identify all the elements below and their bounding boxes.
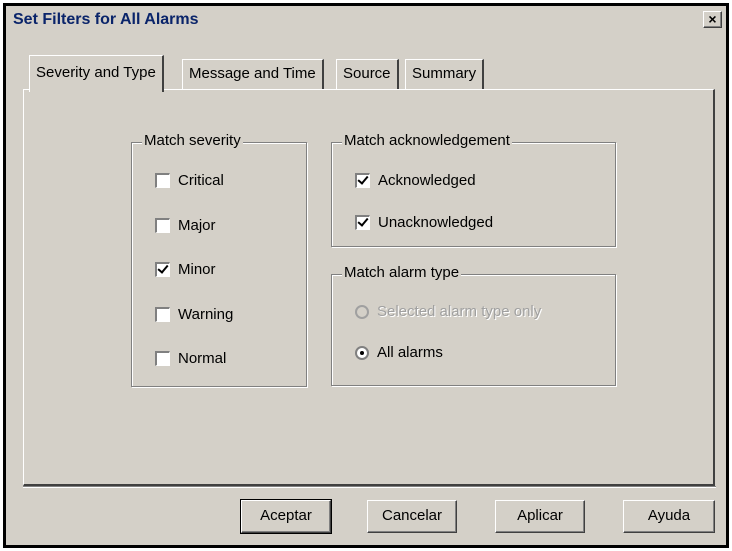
match-alarm-type-group: Match alarm type Selected alarm type onl…: [331, 264, 616, 386]
minor-checkbox[interactable]: Minor: [155, 261, 216, 278]
checkbox-label: Critical: [178, 172, 224, 189]
apply-button[interactable]: Aplicar: [495, 500, 585, 533]
checkbox-box[interactable]: [155, 218, 170, 233]
checkbox-box[interactable]: [355, 173, 370, 188]
help-button[interactable]: Ayuda: [623, 500, 715, 533]
tab-label: Source: [343, 65, 391, 82]
unacknowledged-checkbox[interactable]: Unacknowledged: [355, 214, 493, 231]
close-button[interactable]: ×: [703, 11, 722, 28]
close-icon: ×: [708, 11, 717, 27]
tab-source[interactable]: Source: [336, 59, 399, 89]
cancel-button[interactable]: Cancelar: [367, 500, 457, 533]
checkbox-label: Minor: [178, 261, 216, 278]
checkbox-label: Warning: [178, 306, 234, 323]
checkbox-label: Unacknowledged: [378, 214, 494, 231]
tab-message-and-time[interactable]: Message and Time: [182, 59, 324, 89]
tab-label: Message and Time: [189, 65, 316, 82]
group-title: Match acknowledgement: [342, 132, 512, 149]
tab-label: Severity and Type: [36, 64, 156, 81]
critical-checkbox[interactable]: Critical: [155, 172, 224, 189]
checkbox-box[interactable]: [155, 173, 170, 188]
radio-circle[interactable]: [355, 345, 369, 360]
title-bar: Set Filters for All Alarms ×: [6, 6, 726, 35]
checkbox-box[interactable]: [155, 262, 170, 277]
group-title: Match severity: [142, 132, 243, 149]
match-acknowledgement-group: Match acknowledgement Acknowledged Unack…: [331, 132, 616, 247]
checkbox-label: Normal: [178, 350, 227, 367]
major-checkbox[interactable]: Major: [155, 217, 216, 234]
tab-summary[interactable]: Summary: [405, 59, 485, 89]
button-separator: [23, 486, 716, 488]
checkbox-box[interactable]: [155, 351, 170, 366]
dialog-title: Set Filters for All Alarms: [13, 11, 199, 28]
selected-alarm-type-only-radio: Selected alarm type only: [355, 303, 541, 320]
acknowledged-checkbox[interactable]: Acknowledged: [355, 172, 476, 189]
radio-label: Selected alarm type only: [377, 303, 542, 320]
warning-checkbox[interactable]: Warning: [155, 306, 233, 323]
checkbox-label: Major: [178, 217, 216, 234]
match-severity-group: Match severity Critical Major Minor Warn…: [131, 132, 307, 387]
tab-severity-and-type[interactable]: Severity and Type: [29, 55, 164, 92]
checkbox-box[interactable]: [355, 215, 370, 230]
tab-panel: Match severity Critical Major Minor Warn…: [23, 89, 715, 486]
radio-label: All alarms: [377, 344, 443, 361]
normal-checkbox[interactable]: Normal: [155, 350, 226, 367]
group-title: Match alarm type: [342, 264, 462, 281]
all-alarms-radio[interactable]: All alarms: [355, 344, 443, 361]
checkbox-box[interactable]: [155, 307, 170, 322]
checkbox-label: Acknowledged: [378, 172, 476, 189]
radio-circle: [355, 304, 369, 319]
ok-button[interactable]: Aceptar: [240, 499, 332, 534]
tab-label: Summary: [412, 65, 477, 82]
